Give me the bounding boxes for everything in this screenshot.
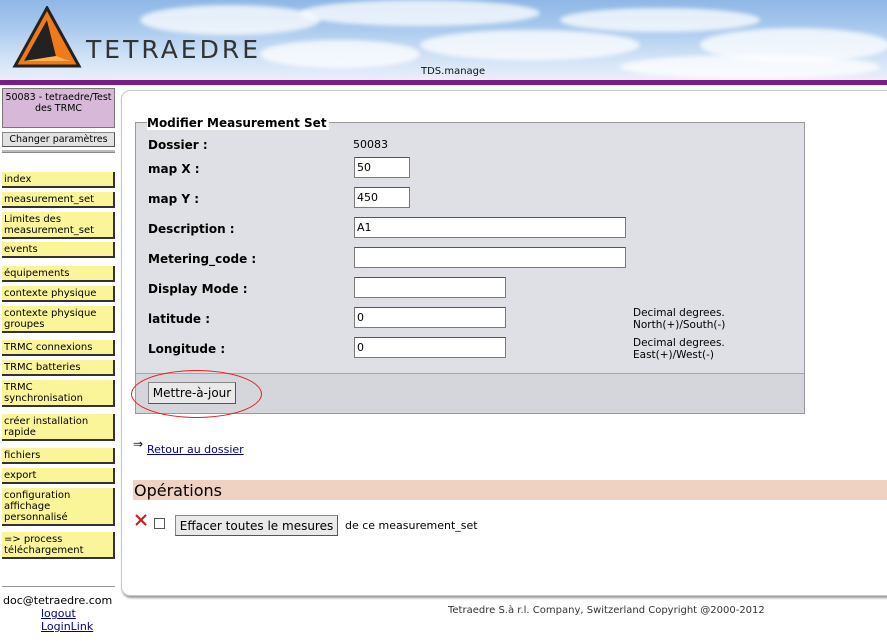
double-arrow-right-icon: ⇒ bbox=[133, 437, 144, 451]
header-banner: TETRAEDRE TDS.manage bbox=[0, 0, 887, 80]
app-name: TDS.manage bbox=[421, 66, 486, 77]
sidebar-item-trmc-synchronisation[interactable]: TRMC synchronisation bbox=[2, 380, 115, 407]
mapy-label: map Y : bbox=[148, 192, 200, 206]
operations-bar bbox=[133, 480, 887, 500]
sidebar-item-contexte-physique[interactable]: contexte physique bbox=[2, 286, 115, 302]
measurement-set-form bbox=[135, 122, 805, 414]
sidebar-item-fichiers[interactable]: fichiers bbox=[2, 448, 115, 464]
display-mode-input[interactable] bbox=[354, 277, 506, 298]
change-params-button[interactable]: Changer paramètres bbox=[2, 132, 115, 147]
sidebar-item-index[interactable]: index bbox=[2, 172, 115, 188]
mapx-label: map X : bbox=[148, 162, 200, 176]
sidebar-item-configuration-affichage[interactable]: configuration affichage personnalisé bbox=[2, 488, 115, 526]
copyright-footer: Tetraedre S.à r.l. Company, Switzerland … bbox=[448, 605, 765, 616]
back-to-dossier-link[interactable]: Retour au dossier bbox=[147, 443, 244, 456]
project-box: 50083 - tetraedre/Test des TRMC bbox=[2, 88, 115, 128]
sidebar-item-measurement-set[interactable]: measurement_set bbox=[2, 192, 115, 208]
latitude-hint: Decimal degrees. North(+)/South(-) bbox=[633, 307, 725, 331]
brand-name: TETRAEDRE bbox=[86, 35, 262, 64]
metering-code-label: Metering_code : bbox=[148, 252, 257, 266]
loginlink-link[interactable]: LoginLink bbox=[0, 620, 117, 633]
operations-title: Opérations bbox=[134, 481, 222, 500]
mapy-input[interactable] bbox=[354, 187, 410, 208]
sidebar-divider bbox=[2, 150, 115, 153]
dossier-label: Dossier : bbox=[148, 138, 208, 152]
logout-link[interactable]: logout bbox=[0, 607, 117, 620]
update-button[interactable]: Mettre-à-jour bbox=[148, 382, 236, 404]
tetraedre-logo-icon[interactable] bbox=[12, 6, 82, 68]
sidebar-item-trmc-batteries[interactable]: TRMC batteries bbox=[2, 360, 115, 376]
longitude-label: Longitude : bbox=[148, 342, 226, 356]
sidebar-item-equipements[interactable]: équipements bbox=[2, 266, 115, 282]
description-input[interactable] bbox=[354, 217, 626, 238]
delete-confirm-checkbox[interactable] bbox=[154, 518, 165, 529]
sidebar-item-export[interactable]: export bbox=[2, 468, 115, 484]
sidebar-item-creer-installation[interactable]: créer installation rapide bbox=[2, 414, 115, 441]
description-label: Description : bbox=[148, 222, 235, 236]
sidebar-item-process-telechargement[interactable]: => process téléchargement bbox=[2, 532, 115, 559]
delete-suffix-text: de ce measurement_set bbox=[345, 519, 478, 532]
mapx-input[interactable] bbox=[354, 157, 410, 178]
sidebar-item-contexte-physique-groupes[interactable]: contexte physique groupes bbox=[2, 306, 115, 333]
display-mode-label: Display Mode : bbox=[148, 282, 248, 296]
latitude-input[interactable] bbox=[354, 307, 506, 328]
red-x-icon bbox=[135, 514, 147, 526]
metering-code-input[interactable] bbox=[354, 247, 626, 268]
longitude-hint-line-1: Decimal degrees. bbox=[633, 337, 725, 349]
sidebar-item-trmc-connexions[interactable]: TRMC connexions bbox=[2, 340, 115, 356]
longitude-hint-line-2: East(+)/West(-) bbox=[633, 349, 714, 361]
longitude-hint: Decimal degrees. East(+)/West(-) bbox=[633, 337, 725, 361]
sidebar-item-events[interactable]: events bbox=[2, 242, 115, 258]
header-accent-bar bbox=[0, 80, 887, 85]
dossier-value: 50083 bbox=[353, 138, 388, 151]
user-email: doc@tetraedre.com bbox=[3, 594, 113, 607]
form-submit-row bbox=[136, 373, 804, 413]
latitude-hint-line-2: North(+)/South(-) bbox=[633, 319, 726, 331]
form-legend: Modifier Measurement Set bbox=[147, 116, 329, 130]
latitude-hint-line-1: Decimal degrees. bbox=[633, 307, 725, 319]
sidebar-item-limites[interactable]: Limites des measurement_set bbox=[2, 212, 115, 239]
latitude-label: latitude : bbox=[148, 312, 211, 326]
delete-all-measures-button[interactable]: Effacer toutes le mesures bbox=[175, 515, 338, 536]
longitude-input[interactable] bbox=[354, 337, 506, 358]
sidebar-footer: doc@tetraedre.com logout LoginLink bbox=[0, 586, 117, 633]
